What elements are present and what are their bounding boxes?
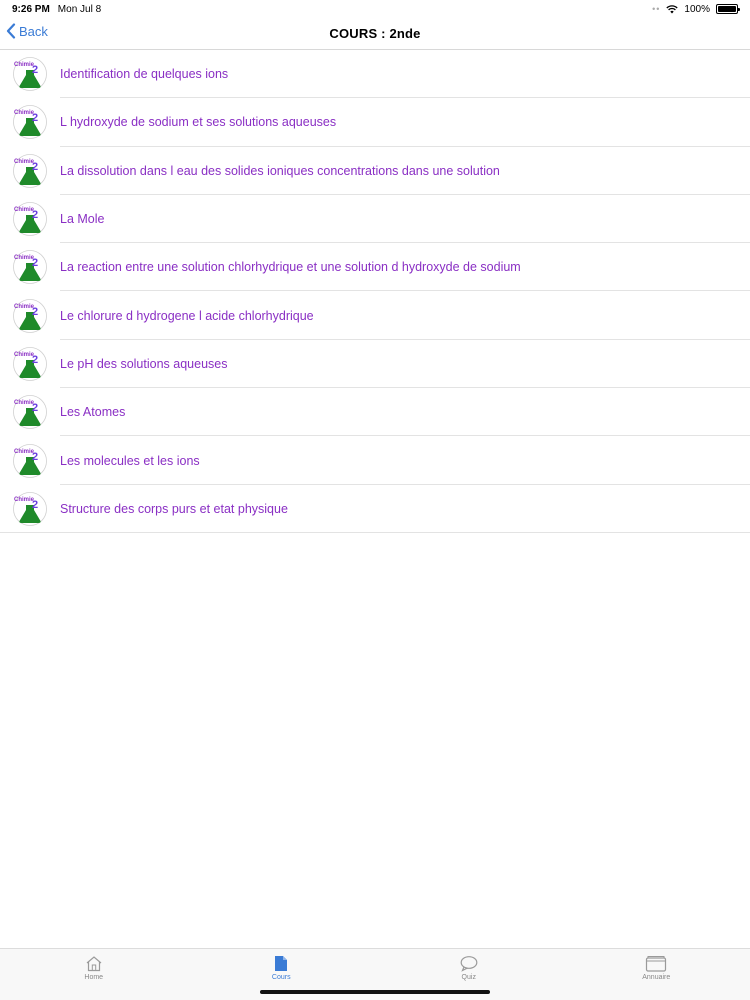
list-item[interactable]: Chimie 2 Structure des corps purs et eta… [0,485,750,534]
list-item-label: Le chlorure d hydrogene l acide chlorhyd… [60,308,314,323]
list-item[interactable]: Chimie 2 La Mole [0,195,750,244]
home-icon [86,956,102,972]
battery-percent: 100% [684,3,710,15]
back-button[interactable]: Back [6,23,48,39]
signal-dots-icon: •• [652,4,661,14]
chemistry-flask-icon: Chimie 2 [13,443,47,478]
list-item-label: La Mole [60,212,105,227]
list-item[interactable]: Chimie 2 La dissolution dans l eau des s… [0,147,750,196]
status-time: 9:26 PM [12,3,50,15]
svg-text:2: 2 [32,499,38,511]
list-item[interactable]: Chimie 2 Identification de quelques ions [0,50,750,99]
chemistry-flask-icon: Chimie 2 [13,250,47,285]
svg-text:2: 2 [32,354,38,366]
list-item-label: Les Atomes [60,405,126,420]
chemistry-flask-icon: Chimie 2 [13,153,47,188]
list-item-label: Identification de quelques ions [60,67,229,82]
document-icon [275,956,288,971]
svg-text:2: 2 [32,451,38,463]
list-item[interactable]: Chimie 2 Le pH des solutions aqueuses [0,340,750,389]
tab-home[interactable]: Home [0,949,188,1000]
chemistry-flask-icon: Chimie 2 [13,105,47,140]
list-item[interactable]: Chimie 2 Les molecules et les ions [0,436,750,485]
list-item[interactable]: Chimie 2 Les Atomes [0,388,750,437]
svg-text:2: 2 [32,306,38,318]
folder-icon [646,956,667,972]
wifi-icon [666,5,679,14]
svg-text:2: 2 [32,257,38,269]
tab-annuaire[interactable]: Annuaire [563,949,750,1000]
list-item-label: Le pH des solutions aqueuses [60,356,228,371]
chemistry-flask-icon: Chimie 2 [13,395,47,430]
svg-text:2: 2 [32,161,38,173]
svg-text:2: 2 [32,64,38,76]
list-item[interactable]: Chimie 2 L hydroxyde de sodium et ses so… [0,98,750,147]
chemistry-flask-icon: Chimie 2 [13,491,47,526]
course-list: Chimie 2 Identification de quelques ions… [0,50,750,534]
chemistry-flask-icon: Chimie 2 [13,202,47,236]
battery-icon [716,4,740,14]
tab-cours-label: Cours [271,974,291,981]
list-item-label: Structure des corps purs et etat physiqu… [60,501,288,516]
status-right: •• 100% [652,3,740,15]
svg-text:2: 2 [32,209,38,221]
back-button-label: Back [19,23,48,39]
tab-home-label: Home [84,974,104,981]
chemistry-flask-icon: Chimie 2 [13,347,47,381]
chemistry-flask-icon: Chimie 2 [13,57,47,92]
home-indicator [260,990,490,994]
tab-quiz-label: Quiz [461,974,476,981]
speech-bubble-icon [460,956,478,972]
chemistry-flask-icon: Chimie 2 [13,298,47,333]
svg-text:2: 2 [32,402,38,414]
page-title: COURS : 2nde [329,26,421,41]
list-item[interactable]: Chimie 2 La reaction entre une solution … [0,243,750,292]
list-item-label: Les molecules et les ions [60,453,200,468]
status-date: Mon Jul 8 [57,3,102,15]
list-item-label: La dissolution dans l eau des solides io… [60,163,500,178]
navigation-bar: Back COURS : 2nde [0,18,750,50]
chevron-left-icon [6,23,16,39]
list-item-label: La reaction entre une solution chlorhydr… [60,260,521,275]
status-bar: 9:26 PM Mon Jul 8 •• 100% [0,0,750,18]
list-item-label: L hydroxyde de sodium et ses solutions a… [60,115,337,130]
svg-text:2: 2 [32,112,38,124]
tab-annuaire-label: Annuaire [642,974,671,981]
list-item[interactable]: Chimie 2 Le chlorure d hydrogene l acide… [0,291,750,341]
